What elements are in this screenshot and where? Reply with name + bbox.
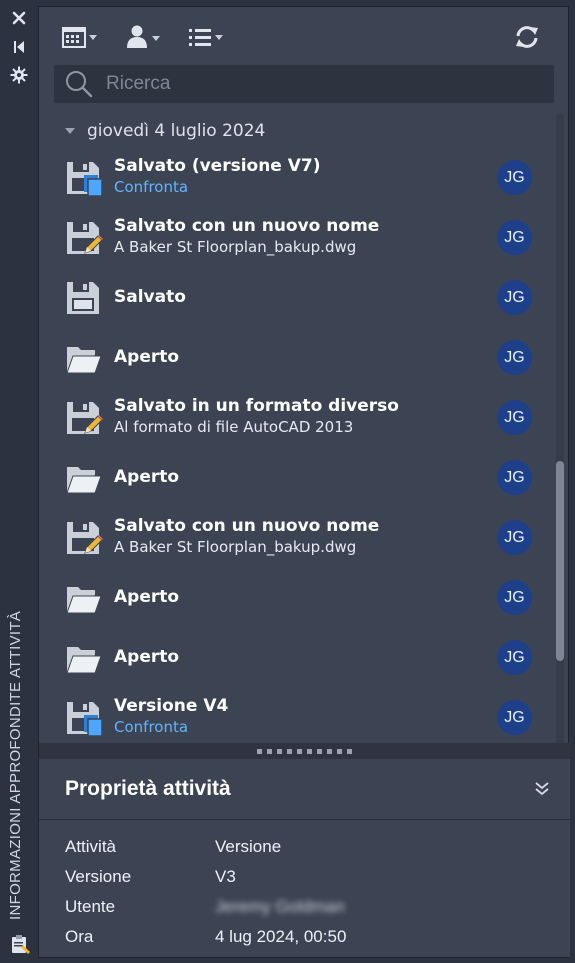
folder-open-icon [65, 459, 103, 497]
property-key: Utente [65, 897, 116, 916]
save-icon [65, 279, 103, 317]
user-avatar[interactable]: JG [497, 280, 532, 315]
settings-icon[interactable] [9, 65, 29, 85]
properties-title: Proprietà attività [65, 777, 231, 800]
list-scrollbar[interactable] [556, 113, 564, 745]
activity-title: Versione V4 [114, 696, 229, 716]
activity-detail: A Baker St Floorplan_bakup.dwg [114, 538, 357, 556]
search-icon [66, 71, 93, 98]
user-avatar[interactable]: JG [497, 520, 532, 555]
calendar-filter-button[interactable] [61, 23, 101, 51]
clipboard-icon[interactable] [8, 932, 32, 956]
list-item[interactable]: Aperto JG [39, 327, 549, 387]
panel-splitter[interactable] [39, 743, 570, 759]
activity-title: Salvato con un nuovo nome [114, 216, 380, 236]
list-item[interactable]: Aperto JG [39, 447, 549, 507]
properties-panel: Proprietà attività Attività Versione Versi… [39, 759, 570, 957]
save-version-icon [65, 159, 103, 197]
list-item[interactable]: Versione V4 Confronta JG [39, 687, 549, 745]
property-key: Ora [65, 927, 94, 946]
activity-title: Aperto [114, 467, 180, 487]
toolbar [39, 7, 568, 65]
list-item[interactable]: Salvato con un nuovo nome A Baker St Floo… [39, 207, 549, 267]
user-avatar[interactable]: JG [497, 340, 532, 375]
pin-icon[interactable] [9, 37, 29, 57]
list-item[interactable]: Aperto JG [39, 567, 549, 627]
property-key: Attività [65, 837, 117, 856]
activity-title: Aperto [114, 647, 180, 667]
calendar-filter-icon [62, 27, 97, 48]
folder-open-icon [65, 579, 103, 617]
list-item[interactable]: Salvato in un formato diverso Al formato … [39, 387, 549, 447]
save-version-icon [65, 699, 103, 737]
activity-detail: Al formato di file AutoCAD 2013 [114, 418, 354, 436]
save-as-icon [65, 519, 103, 557]
activity-title: Salvato [114, 287, 186, 307]
property-value: 4 lug 2024, 00:50 [215, 927, 347, 946]
side-strip: INFORMAZIONI APPROFONDITE ATTIVITÀ [0, 0, 38, 963]
scrollbar-thumb[interactable] [556, 461, 564, 661]
folder-open-icon [65, 339, 103, 377]
collapse-chevron-icon[interactable] [532, 779, 552, 799]
activity-title: Salvato con un nuovo nome [114, 516, 380, 536]
save-as-icon [65, 399, 103, 437]
search-input[interactable] [104, 72, 528, 96]
property-value: Jeremy Goldman [215, 897, 345, 916]
folder-open-icon [65, 639, 103, 677]
date-group-header[interactable]: giovedì 4 luglio 2024 [65, 121, 265, 141]
activity-title: Salvato (versione V7) [114, 156, 321, 176]
compare-link[interactable]: Confronta [114, 718, 188, 736]
user-avatar[interactable]: JG [497, 700, 532, 735]
user-avatar[interactable]: JG [497, 640, 532, 675]
activity-title: Aperto [114, 347, 180, 367]
user-avatar[interactable]: JG [497, 580, 532, 615]
user-filter-icon [127, 25, 160, 48]
activity-title: Salvato in un formato diverso [114, 396, 399, 416]
user-avatar[interactable]: JG [497, 400, 532, 435]
refresh-button[interactable] [513, 23, 541, 51]
search-box[interactable] [54, 65, 554, 103]
list-item[interactable]: Aperto JG [39, 627, 549, 687]
date-header-label: giovedì 4 luglio 2024 [87, 121, 266, 141]
user-avatar[interactable]: JG [497, 160, 532, 195]
user-avatar[interactable]: JG [497, 460, 532, 495]
compare-link[interactable]: Confronta [114, 178, 188, 196]
activity-title: Aperto [114, 587, 180, 607]
activity-detail: A Baker St Floorplan_bakup.dwg [114, 238, 357, 256]
properties-divider [39, 819, 570, 820]
user-avatar[interactable]: JG [497, 220, 532, 255]
palette-title: INFORMAZIONI APPROFONDITE ATTIVITÀ [7, 610, 24, 920]
list-item[interactable]: Salvato JG [39, 267, 549, 327]
property-value: Versione [215, 837, 282, 856]
save-as-icon [65, 219, 103, 257]
property-key: Versione [65, 867, 132, 886]
collapse-arrow-icon[interactable] [65, 128, 75, 134]
list-filter-icon [189, 29, 223, 46]
user-filter-button[interactable] [125, 23, 165, 51]
activity-list: giovedì 4 luglio 2024 Salvato (versione … [39, 113, 570, 745]
list-filter-button[interactable] [188, 23, 228, 51]
property-value: V3 [215, 867, 236, 886]
activity-panel: giovedì 4 luglio 2024 Salvato (versione … [38, 6, 570, 958]
refresh-icon [516, 26, 538, 48]
list-item[interactable]: Salvato con un nuovo nome A Baker St Floo… [39, 507, 549, 567]
list-item[interactable]: Salvato (versione V7) Confronta JG [39, 147, 549, 207]
close-icon[interactable] [9, 8, 29, 28]
